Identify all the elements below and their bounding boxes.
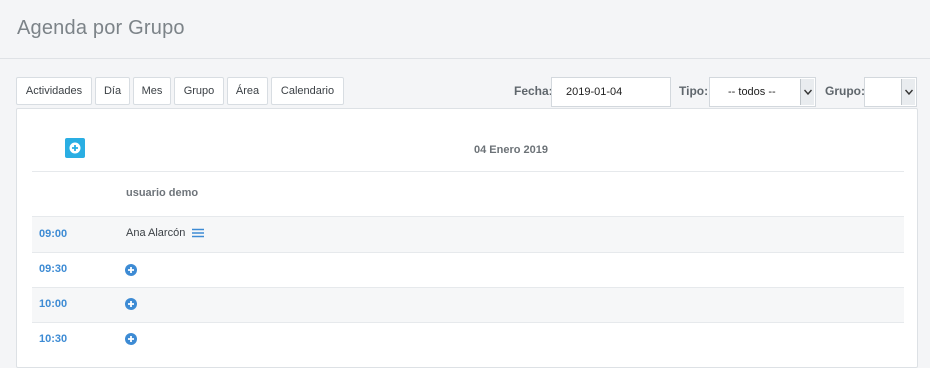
plus-circle-icon (69, 142, 81, 154)
divider (32, 171, 904, 172)
grupo-label: Grupo: (825, 84, 865, 98)
time-slot-row: 09:30 (32, 253, 904, 287)
appointment-name: Ana Alarcón (126, 227, 186, 239)
time-slot-label: 09:00 (39, 228, 68, 240)
fecha-value: 2019-01-04 (566, 86, 623, 98)
time-slot-row: 09:00 Ana Alarcón (32, 217, 904, 252)
chevron-down-icon (901, 79, 915, 105)
plus-circle-icon[interactable] (125, 264, 137, 276)
filters-bar: Fecha: 2019-01-04 Tipo: -- todos -- Grup… (0, 77, 930, 107)
grupo-select[interactable] (864, 77, 917, 107)
hamburger-icon[interactable] (192, 228, 205, 238)
plus-circle-icon[interactable] (125, 298, 137, 310)
tipo-value: -- todos -- (728, 86, 776, 98)
agenda-date: 04 Enero 2019 (474, 144, 548, 156)
page-header: Agenda por Grupo (0, 0, 930, 59)
time-slot-label: 10:30 (39, 333, 68, 345)
time-slot-row: 10:00 (32, 288, 904, 322)
tipo-label: Tipo: (679, 84, 709, 98)
tipo-select[interactable]: -- todos -- (709, 77, 816, 107)
time-slot-row: 10:30 (32, 323, 904, 357)
agenda-panel: 04 Enero 2019 usuario demo 09:00 Ana Ala… (16, 108, 918, 368)
user-column-header: usuario demo (126, 187, 199, 199)
time-slot-label: 10:00 (39, 298, 68, 310)
page-title: Agenda por Grupo (17, 17, 185, 39)
plus-circle-icon[interactable] (125, 333, 137, 345)
fecha-input[interactable]: 2019-01-04 (551, 77, 671, 107)
add-activity-button[interactable] (65, 138, 85, 158)
appointment[interactable]: Ana Alarcón (126, 227, 205, 239)
chevron-down-icon (800, 79, 814, 105)
fecha-label: Fecha: (514, 84, 553, 98)
time-slot-label: 09:30 (39, 263, 68, 275)
